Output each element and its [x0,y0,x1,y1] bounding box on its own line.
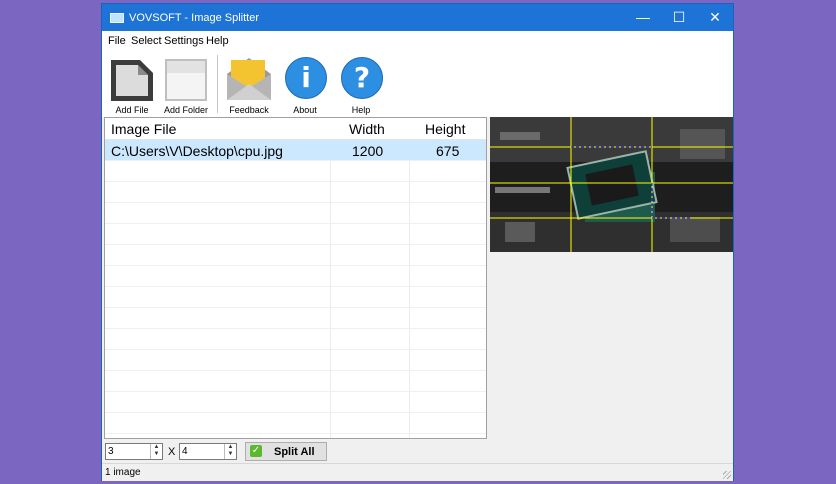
menu-file[interactable]: File [108,35,126,47]
empty-row [105,329,486,350]
resize-grip-icon[interactable] [723,471,731,479]
empty-row [105,182,486,203]
cpu-image [490,117,733,252]
split-all-label: Split All [274,446,315,458]
close-button[interactable]: ✕ [697,4,733,31]
list-header: Image File Width Height [105,118,486,140]
empty-row [105,266,486,287]
empty-row [105,371,486,392]
empty-row [105,224,486,245]
folder-icon [165,59,207,101]
x-separator-label: X [168,446,176,458]
help-button[interactable]: ? Help [331,54,391,116]
menu-settings[interactable]: Settings [164,35,204,47]
app-window: VOVSOFT - Image Splitter — ☐ ✕ File Sele… [101,3,734,481]
empty-row [105,392,486,413]
add-file-button[interactable]: Add File [102,54,162,116]
empty-row [105,161,486,182]
columns-spin-arrows-icon[interactable]: ▲ ▼ [224,444,236,459]
question-icon: ? [341,57,383,99]
add-folder-label: Add Folder [163,105,209,115]
column-header-width[interactable]: Width [349,121,385,137]
column-header-height[interactable]: Height [425,121,465,137]
feedback-button[interactable]: Feedback [219,54,279,116]
about-label: About [293,105,317,115]
app-icon [110,13,124,23]
toolbar-separator [217,55,218,113]
empty-row [105,245,486,266]
add-file-label: Add File [115,105,149,115]
image-list[interactable]: Image File Width Height C:\Users\V\Deskt… [104,117,487,439]
status-text: 1 image [105,467,141,478]
columns-spinner[interactable]: ▲▼ [179,443,237,460]
split-all-button[interactable]: ✓ Split All [245,442,327,461]
add-file-icon [111,60,153,101]
table-row[interactable]: C:\Users\V\Desktop\cpu.jpg 1200 675 [105,140,486,161]
checkmark-icon: ✓ [250,445,262,457]
info-icon: i [285,57,327,99]
about-button[interactable]: i About [275,54,335,116]
empty-row [105,203,486,224]
empty-row [105,350,486,371]
cell-image-file: C:\Users\V\Desktop\cpu.jpg [111,143,283,159]
split-controls: ▲▼ X ▲▼ ✓ Split All [102,441,733,463]
feedback-label: Feedback [229,105,269,115]
add-folder-button[interactable]: Add Folder [156,54,216,116]
empty-row [105,413,486,434]
image-preview [490,117,733,252]
column-header-image-file[interactable]: Image File [111,121,176,137]
toolbar: Add File Add Folder Feedback i About ? H… [102,51,733,117]
menu-help[interactable]: Help [206,35,229,47]
menu-select[interactable]: Select [131,35,162,47]
maximize-button[interactable]: ☐ [661,4,697,31]
cell-height: 675 [436,143,460,159]
minimize-button[interactable]: — [625,4,661,31]
cell-width: 1200 [352,143,384,159]
menu-bar: File Select Settings Help [102,31,733,51]
help-label: Help [351,105,371,115]
envelope-icon [227,58,271,100]
rows-spin-arrows-icon[interactable]: ▲ ▼ [150,444,162,459]
rows-spinner[interactable]: ▲▼ [105,443,163,460]
status-bar: 1 image [102,463,733,481]
empty-row [105,287,486,308]
rows-input[interactable] [106,444,148,458]
columns-input[interactable] [180,444,222,458]
window-title: VOVSOFT - Image Splitter [129,12,260,24]
empty-row [105,308,486,329]
title-bar[interactable]: VOVSOFT - Image Splitter — ☐ ✕ [102,4,733,31]
